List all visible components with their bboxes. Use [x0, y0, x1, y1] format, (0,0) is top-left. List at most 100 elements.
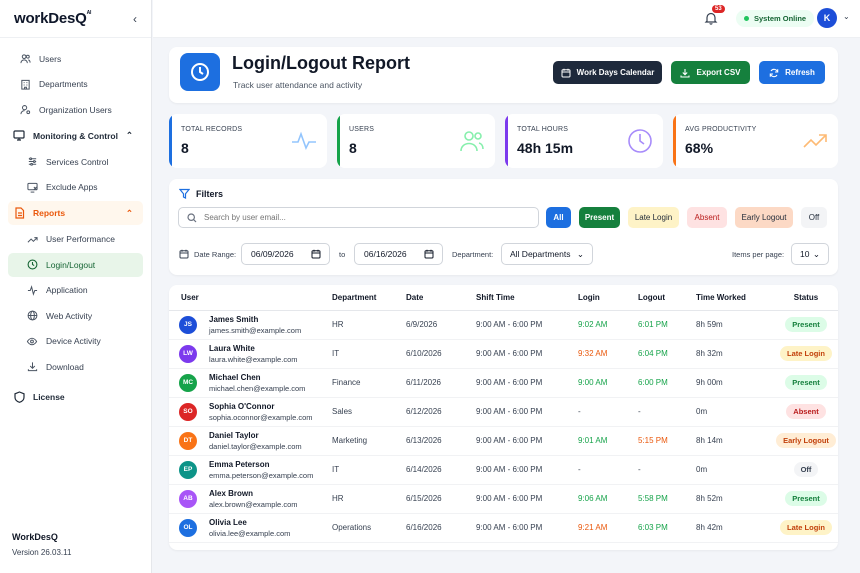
calendar-icon	[424, 249, 434, 259]
export-csv-button[interactable]: Export CSV	[671, 61, 750, 84]
items-per-page-select[interactable]: 10 ⌄	[791, 243, 829, 265]
table-row[interactable]: LW Laura White laura.white@example.com IT 6/…	[169, 339, 838, 369]
sidebar-item-users[interactable]: Users	[8, 47, 143, 71]
sidebar-item-services-control[interactable]: Services Control	[8, 150, 143, 174]
collapse-sidebar-icon[interactable]: ‹	[133, 12, 137, 26]
user-cell: SO Sophia O'Connor sophia.oconnor@example.…	[169, 397, 332, 427]
button-label: Export CSV	[696, 68, 741, 77]
sidebar-item-web-activity[interactable]: Web Activity	[8, 304, 143, 328]
filter-chip-all[interactable]: All	[546, 207, 571, 228]
date-to-input[interactable]: 06/16/2026	[354, 243, 443, 265]
accent-bar	[505, 114, 508, 168]
sidebar-item-user-performance[interactable]: User Performance	[8, 227, 143, 251]
table-row[interactable]: EP Emma Peterson emma.peterson@example.com…	[169, 455, 838, 485]
column-header-user[interactable]: User	[169, 285, 332, 311]
logout-cell: 6:01 PM	[638, 310, 696, 340]
filters-panel: Filters All Present Late Login Absent Ea…	[169, 179, 838, 275]
column-header-time-worked[interactable]: Time Worked	[696, 285, 774, 311]
sidebar-item-label: Device Activity	[46, 336, 101, 346]
department-cell: Operations	[332, 513, 406, 543]
date-from-input[interactable]: 06/09/2026	[241, 243, 330, 265]
search-box[interactable]	[178, 207, 539, 228]
filter-chip-early-logout[interactable]: Early Logout	[735, 207, 793, 228]
sidebar-item-label: Users	[39, 53, 62, 64]
refresh-button[interactable]: Refresh	[759, 61, 825, 84]
file-icon	[13, 207, 25, 219]
column-header-date[interactable]: Date	[406, 285, 476, 311]
search-input[interactable]	[204, 213, 524, 222]
stat-value: 68%	[685, 140, 714, 156]
filter-chip-absent[interactable]: Absent	[687, 207, 727, 228]
app-logo[interactable]: workDesQAI	[14, 10, 91, 27]
date-cell: 6/16/2026	[406, 513, 476, 543]
column-header-department[interactable]: Department	[332, 285, 406, 311]
sidebar-item-download[interactable]: Download	[8, 355, 143, 379]
chevron-up-icon: ⌃	[125, 130, 133, 140]
avatar: LW	[179, 344, 197, 363]
sidebar-item-license[interactable]: License	[8, 385, 143, 409]
table-row[interactable]: JS James Smith james.smith@example.com HR 6/…	[169, 310, 838, 340]
chevron-down-icon: ⌄	[812, 248, 820, 259]
date-cell: 6/9/2026	[406, 310, 476, 340]
column-header-shift-time[interactable]: Shift Time	[476, 285, 578, 311]
department-cell: Marketing	[332, 426, 406, 456]
filter-chip-late-login[interactable]: Late Login	[628, 207, 679, 228]
table-row[interactable]: SO Sophia O'Connor sophia.oconnor@example.…	[169, 397, 838, 427]
status-cell: Late Login	[774, 339, 838, 369]
sidebar-item-organization-users[interactable]: Organization Users	[8, 98, 143, 122]
chevron-down-icon: ⌄	[576, 248, 584, 259]
column-header-status[interactable]: Status	[774, 285, 838, 311]
date-from-value: 06/09/2026	[251, 249, 294, 259]
department-cell: IT	[332, 455, 406, 485]
stat-value: 48h 15m	[517, 140, 574, 156]
column-header-logout[interactable]: Logout	[638, 285, 696, 311]
login-cell: 9:21 AM	[578, 513, 638, 543]
sidebar-item-application[interactable]: Application	[8, 278, 143, 302]
trending-up-icon	[26, 233, 38, 245]
status-cell: Absent	[774, 397, 838, 427]
monitor-icon	[13, 130, 25, 142]
sidebar-item-exclude-apps[interactable]: Exclude Apps	[8, 175, 143, 199]
chevron-up-icon: ⌃	[125, 207, 133, 218]
user-email: michael.chen@example.com	[209, 383, 306, 393]
stat-card-total-hours: TOTAL HOURS 48h 15m	[505, 114, 663, 168]
table-row[interactable]: OL Olivia Lee olivia.lee@example.com Operat…	[169, 513, 838, 543]
sidebar-item-label: License	[33, 391, 65, 402]
sidebar-item-departments[interactable]: Departments	[8, 72, 143, 96]
sidebar-item-label: Exclude Apps	[46, 182, 98, 192]
shift-cell: 9:00 AM - 6:00 PM	[476, 310, 578, 340]
sidebar-item-device-activity[interactable]: Device Activity	[8, 329, 143, 353]
user-cell: LW Laura White laura.white@example.com	[169, 339, 332, 369]
sidebar-item-label: Download	[46, 361, 84, 372]
filter-chip-present[interactable]: Present	[579, 207, 620, 228]
status-dot	[744, 16, 749, 21]
sidebar-section-reports[interactable]: Reports ⌃	[8, 201, 143, 225]
logout-cell: -	[638, 397, 696, 427]
table-row[interactable]: AB Alex Brown alex.brown@example.com HR 6/15…	[169, 484, 838, 514]
status-cell: Late Login	[774, 513, 838, 543]
department-select[interactable]: All Departments ⌄	[501, 243, 593, 265]
clock-icon	[180, 53, 220, 91]
logout-cell: -	[638, 455, 696, 485]
sidebar-item-login-logout[interactable]: Login/Logout	[8, 252, 143, 277]
shield-icon	[13, 390, 25, 403]
calendar-icon	[179, 249, 189, 259]
date-cell: 6/15/2026	[406, 484, 476, 514]
work-days-calendar-button[interactable]: Work Days Calendar	[553, 61, 662, 84]
table-row[interactable]: MC Michael Chen michael.chen@example.com Fi…	[169, 368, 838, 398]
table-row[interactable]: DT Daniel Taylor daniel.taylor@example.com…	[169, 426, 838, 456]
filter-chip-off[interactable]: Off	[801, 207, 827, 228]
sidebar-section-monitoring[interactable]: Monitoring & Control ⌃	[8, 124, 143, 148]
search-icon	[187, 212, 197, 222]
filters-label: Filters	[196, 188, 224, 199]
date-cell: 6/14/2026	[406, 455, 476, 485]
chevron-down-icon[interactable]: ⌄	[843, 12, 850, 21]
user-cog-icon	[19, 104, 31, 116]
date-range-label: Date Range:	[194, 250, 237, 259]
shift-cell: 9:00 AM - 6:00 PM	[476, 484, 578, 514]
column-header-login[interactable]: Login	[578, 285, 638, 311]
bell-icon[interactable]	[704, 11, 718, 25]
avatar: JS	[179, 315, 197, 334]
user-avatar[interactable]: K	[817, 8, 837, 28]
stat-label: TOTAL HOURS	[517, 126, 569, 133]
